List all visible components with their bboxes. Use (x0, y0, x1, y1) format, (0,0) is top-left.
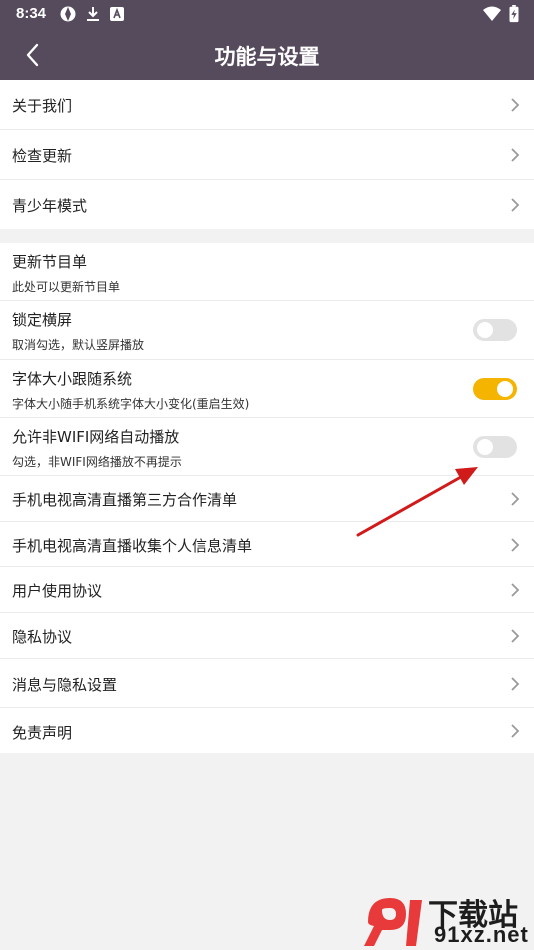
chevron-right-icon (511, 629, 520, 643)
update-program-list-label: 更新节目单 (12, 253, 88, 271)
battery-charging-icon (509, 5, 519, 23)
font-size-follow-sub: 字体大小随手机系统字体大小变化(重启生效) (12, 397, 250, 411)
status-time: 8:34 (16, 5, 47, 22)
privacy-agreement-row[interactable]: 隐私协议 (0, 613, 534, 659)
chevron-right-icon (511, 492, 520, 506)
message-privacy-settings-row[interactable]: 消息与隐私设置 (0, 659, 534, 708)
disclaimer-row[interactable]: 免责声明 (0, 708, 534, 753)
chevron-right-icon (511, 538, 520, 552)
chevron-right-icon (511, 98, 520, 112)
third-party-list-label: 手机电视高清直播第三方合作清单 (12, 491, 238, 509)
personal-info-list-label: 手机电视高清直播收集个人信息清单 (12, 537, 253, 555)
toggle-knob (497, 381, 513, 397)
update-program-list-sub: 此处可以更新节目单 (12, 280, 121, 294)
user-agreement-label: 用户使用协议 (12, 582, 103, 600)
font-size-follow-toggle[interactable] (473, 378, 517, 400)
check-update-label: 检查更新 (12, 147, 73, 165)
message-privacy-settings-label: 消息与隐私设置 (12, 676, 118, 694)
chevron-right-icon (511, 677, 520, 691)
lock-landscape-row: 锁定横屏 取消勾选，默认竖屏播放 (0, 301, 534, 360)
font-size-follow-label: 字体大小跟随系统 (12, 370, 133, 388)
wifi-icon (483, 6, 501, 21)
check-update-row[interactable]: 检查更新 (0, 130, 534, 180)
non-wifi-autoplay-label: 允许非WIFI网络自动播放 (12, 428, 180, 446)
privacy-agreement-label: 隐私协议 (12, 628, 73, 646)
user-agreement-row[interactable]: 用户使用协议 (0, 567, 534, 613)
watermark-en: 91xz.net (434, 922, 529, 947)
about-us-label: 关于我们 (12, 97, 73, 115)
chevron-right-icon (511, 198, 520, 212)
page-title: 功能与设置 (214, 45, 320, 69)
chevron-right-icon (511, 148, 520, 162)
annotation-arrow-icon (356, 467, 478, 537)
a-icon (110, 7, 124, 21)
settings-group-basic: 关于我们 检查更新 青少年模式 (0, 80, 534, 229)
watermark-logo: 下载站 91xz.net (356, 888, 534, 950)
download-icon (87, 7, 99, 21)
toggle-knob (477, 439, 493, 455)
browser-icon (60, 6, 76, 22)
teen-mode-label: 青少年模式 (12, 197, 88, 215)
chevron-right-icon (511, 724, 520, 738)
toggle-knob (477, 322, 493, 338)
non-wifi-autoplay-sub: 勾选，非WIFI网络播放不再提示 (12, 455, 182, 469)
lock-landscape-toggle[interactable] (473, 319, 517, 341)
lock-landscape-sub: 取消勾选，默认竖屏播放 (12, 338, 145, 352)
teen-mode-row[interactable]: 青少年模式 (0, 180, 534, 229)
status-bar: 8:34 (0, 0, 534, 30)
about-us-row[interactable]: 关于我们 (0, 80, 534, 130)
font-size-follow-row: 字体大小跟随系统 字体大小随手机系统字体大小变化(重启生效) (0, 360, 534, 418)
lock-landscape-label: 锁定横屏 (12, 311, 73, 329)
update-program-list-row[interactable]: 更新节目单 此处可以更新节目单 (0, 243, 534, 301)
chevron-right-icon (511, 583, 520, 597)
disclaimer-label: 免责声明 (12, 724, 73, 742)
watermark-91-icon (364, 898, 422, 946)
app-bar: 功能与设置 (0, 30, 534, 80)
